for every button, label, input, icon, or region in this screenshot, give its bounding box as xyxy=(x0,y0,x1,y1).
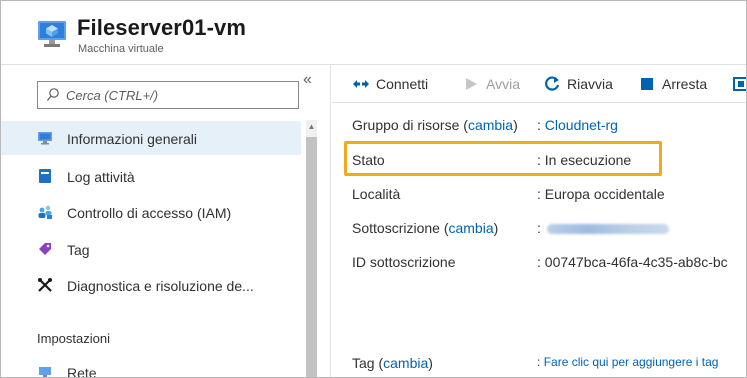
connect-label: Connetti xyxy=(376,76,429,92)
sidebar-item-label: Diagnostica e risoluzione de... xyxy=(67,278,254,294)
capture-icon xyxy=(733,77,746,91)
scroll-up-icon[interactable]: ▲ xyxy=(306,120,317,134)
network-icon xyxy=(39,367,51,377)
location-label: Località xyxy=(352,186,401,202)
sidebar-item-diagnose[interactable]: Diagnostica e risoluzione de... xyxy=(1,268,301,302)
search-input[interactable]: Cerca (CTRL+/) xyxy=(37,81,299,109)
sidebar-item-label: Log attività xyxy=(67,169,135,185)
play-icon xyxy=(466,78,477,90)
monitor-icon xyxy=(38,132,52,145)
location-value: : Europa occidentale xyxy=(537,186,665,202)
wrench-icon xyxy=(38,278,52,292)
tags-change-link[interactable]: cambia xyxy=(383,355,428,371)
stop-label: Arresta xyxy=(662,76,708,92)
start-button[interactable]: Avvia xyxy=(462,75,526,95)
restart-button[interactable]: Riavvia xyxy=(543,75,623,95)
sidebar-item-network[interactable]: Rete xyxy=(1,355,301,378)
resource-group-label: Gruppo di risorse (cambia) xyxy=(352,117,518,133)
resource-header: Fileserver01-vm Macchina virtuale xyxy=(1,1,746,65)
subscription-value: : xyxy=(537,220,669,236)
sidebar-item-overview[interactable]: Informazioni generali xyxy=(1,121,301,155)
section-heading-settings: Impostazioni xyxy=(37,331,110,346)
location-text: Europa occidentale xyxy=(544,186,665,202)
app-window: Fileserver01-vm Macchina virtuale Cerca … xyxy=(0,0,747,378)
menu-scrollbar-thumb[interactable] xyxy=(306,137,317,377)
start-label: Avvia xyxy=(486,76,520,92)
subscription-id-text: 00747bca-46fa-4c35-ab8c-bc xyxy=(544,254,728,270)
page-subtitle: Macchina virtuale xyxy=(78,43,164,55)
add-tags-link[interactable]: Fare clic qui per aggiungere i tag xyxy=(544,355,719,369)
connect-button[interactable]: Connetti xyxy=(352,75,444,95)
sidebar-item-label: Rete xyxy=(67,365,97,378)
virtual-machine-icon xyxy=(38,21,66,47)
subscription-id-value: : 00747bca-46fa-4c35-ab8c-bc xyxy=(537,254,728,270)
sidebar-item-tags[interactable]: Tag xyxy=(1,232,301,266)
connect-icon xyxy=(353,80,369,88)
subscription-redacted[interactable] xyxy=(546,224,669,235)
iam-users-icon xyxy=(38,205,52,219)
page-title: Fileserver01-vm xyxy=(77,15,247,40)
tags-label: Tag (cambia) xyxy=(352,355,433,371)
sidebar-item-label: Informazioni generali xyxy=(67,131,197,147)
search-placeholder: Cerca (CTRL+/) xyxy=(66,88,159,103)
status-highlight-box xyxy=(344,141,662,176)
collapse-menu-icon[interactable]: « xyxy=(303,71,312,89)
capture-button[interactable] xyxy=(732,75,746,95)
subscription-change-link[interactable]: cambia xyxy=(448,220,493,236)
activity-log-icon xyxy=(39,169,51,183)
subscription-id-label: ID sottoscrizione xyxy=(352,254,456,270)
sidebar-item-label: Controllo di accesso (IAM) xyxy=(67,205,232,221)
sidebar-item-label: Tag xyxy=(67,242,90,258)
resource-group-value: : Cloudnet-rg xyxy=(537,117,618,133)
resource-group-change-link[interactable]: cambia xyxy=(468,117,513,133)
resource-group-link[interactable]: Cloudnet-rg xyxy=(545,117,618,133)
restart-label: Riavvia xyxy=(567,76,613,92)
tag-icon xyxy=(39,243,51,255)
tags-value: : Fare clic qui per aggiungere i tag xyxy=(537,355,719,369)
sidebar-item-iam[interactable]: Controllo di accesso (IAM) xyxy=(1,195,301,229)
resource-menu: Cerca (CTRL+/) « ▲ Informazioni generali… xyxy=(1,65,331,378)
overview-panel: Connetti Avvia Riavvia Arresta Gruppo di… xyxy=(332,65,746,377)
stop-button[interactable]: Arresta xyxy=(638,75,720,95)
sidebar-item-activity-log[interactable]: Log attività xyxy=(1,159,301,193)
search-icon xyxy=(46,88,59,101)
stop-icon xyxy=(641,78,653,90)
subscription-label: Sottoscrizione (cambia) xyxy=(352,220,499,236)
restart-icon xyxy=(545,76,560,91)
command-bar: Connetti Avvia Riavvia Arresta xyxy=(332,65,746,103)
